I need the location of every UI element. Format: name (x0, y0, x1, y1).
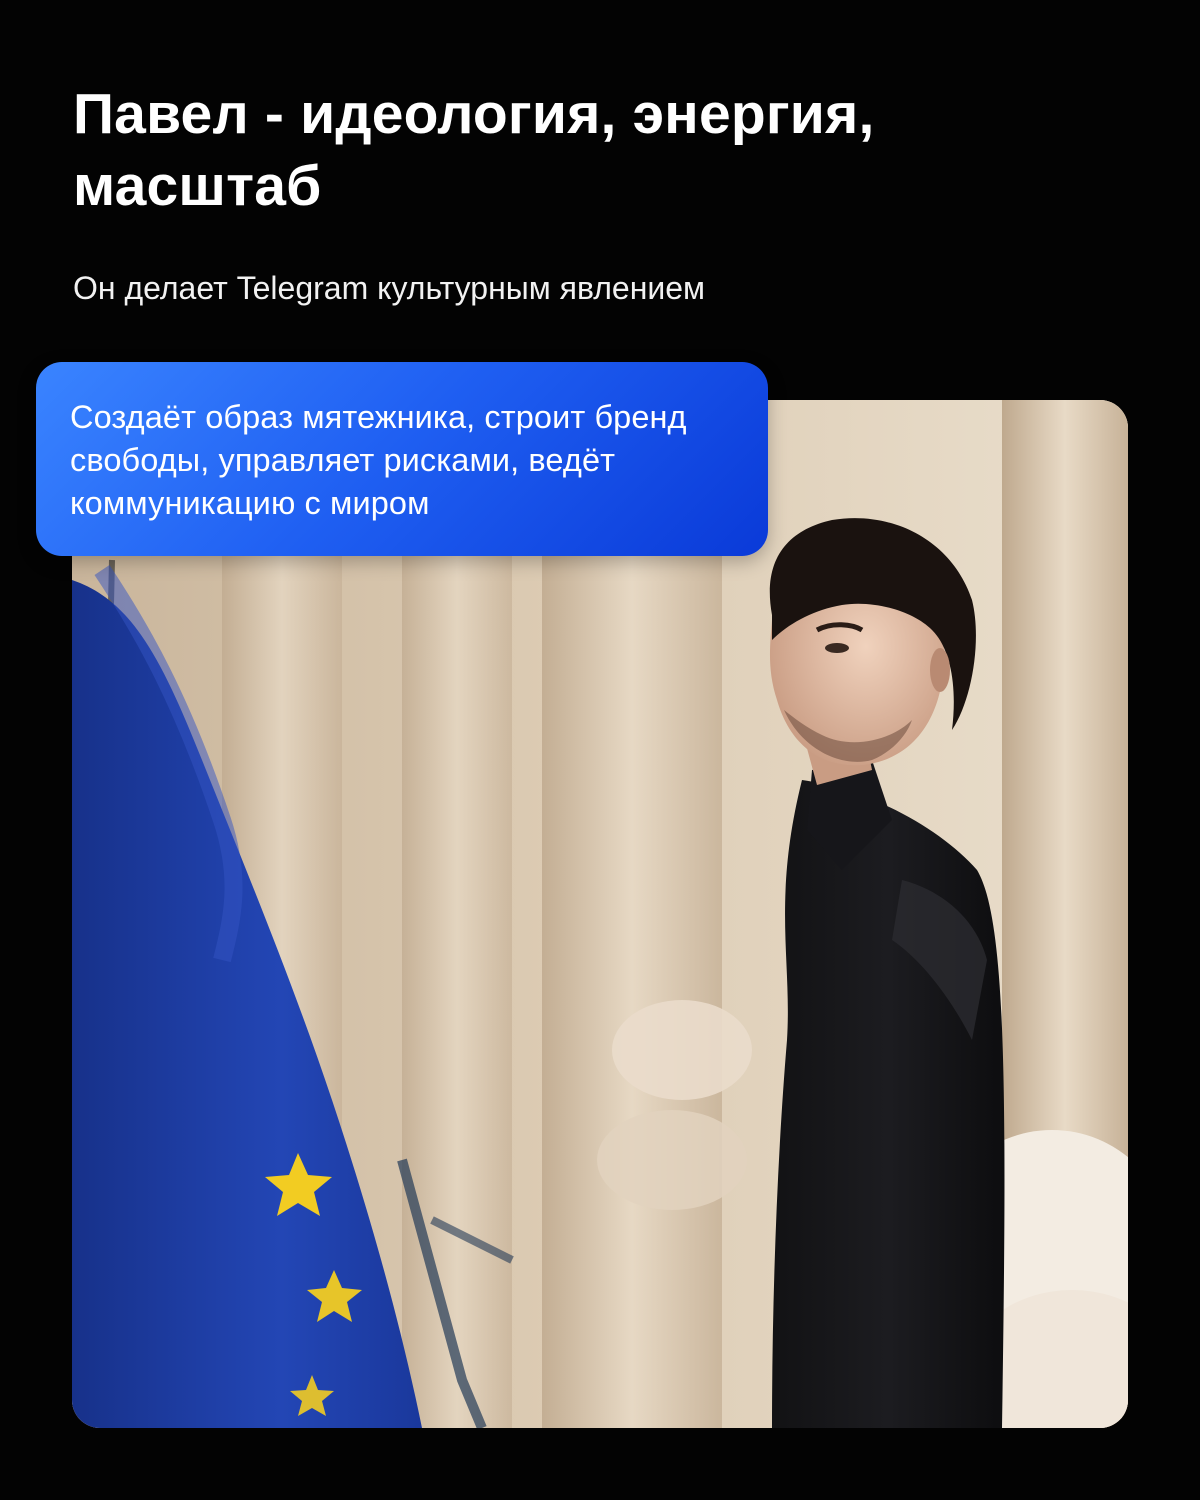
page-subtitle: Он делает Telegram культурным явлением (73, 270, 706, 306)
quote-callout: Создаёт образ мятежника, строит бренд св… (36, 362, 768, 556)
page-title: Павел - идеология, энергия, масштаб (73, 82, 875, 218)
callout-text: Создаёт образ мятежника, строит бренд св… (70, 399, 687, 521)
